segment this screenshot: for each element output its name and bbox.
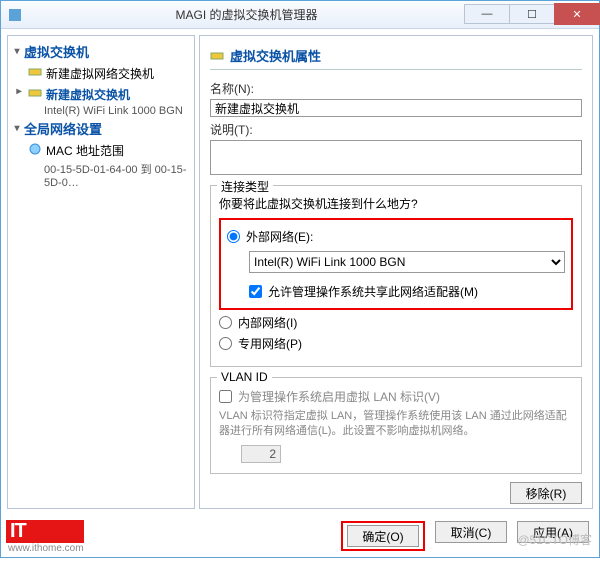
- footer: 确定(O) 取消(C) 应用(A): [1, 515, 599, 557]
- radio-label: 内部网络(I): [238, 314, 297, 331]
- external-options: Intel(R) WiFi Link 1000 BGN 允许管理操作系统共享此网…: [227, 249, 565, 300]
- allow-share-checkbox[interactable]: [249, 285, 262, 298]
- tree-panel: ▾ 虚拟交换机 新建虚拟网络交换机 ▸ 新建虚拟交换机 Intel(R) WiF…: [7, 35, 195, 509]
- radio-external[interactable]: 外部网络(E):: [227, 228, 565, 245]
- tree-item-label: 新建虚拟交换机: [46, 86, 130, 103]
- expand-icon: ▾: [12, 123, 22, 134]
- tree-item-label: MAC 地址范围: [46, 142, 124, 159]
- connection-question: 你要将此虚拟交换机连接到什么地方?: [219, 195, 573, 212]
- tree-item-new-virtual-switch[interactable]: 新建虚拟网络交换机: [10, 63, 192, 84]
- name-label: 名称(N):: [210, 80, 582, 97]
- highlight-ok: 确定(O): [341, 521, 425, 551]
- tree-group-global-settings[interactable]: ▾ 全局网络设置: [10, 119, 192, 138]
- connection-group: 连接类型 你要将此虚拟交换机连接到什么地方? 外部网络(E): Intel(R)…: [210, 185, 582, 367]
- tree-item-mac-sub: 00-15-5D-01-64-00 到 00-15-5D-0…: [10, 161, 192, 189]
- apply-button[interactable]: 应用(A): [517, 521, 589, 543]
- private-radio[interactable]: [219, 337, 232, 350]
- group-title: 连接类型: [217, 178, 273, 195]
- vlan-id-input: [241, 445, 281, 463]
- tree-group-label: 虚拟交换机: [24, 42, 89, 61]
- close-button[interactable]: ✕: [554, 3, 600, 25]
- minimize-button[interactable]: —: [464, 4, 510, 24]
- section-title: 虚拟交换机属性: [230, 46, 321, 65]
- tree: ▾ 虚拟交换机 新建虚拟网络交换机 ▸ 新建虚拟交换机 Intel(R) WiF…: [8, 36, 194, 193]
- window-buttons: — ☐ ✕: [464, 4, 599, 25]
- titlebar[interactable]: MAGI 的虚拟交换机管理器 — ☐ ✕: [1, 1, 599, 29]
- remove-row: 移除(R): [210, 482, 582, 504]
- ok-button[interactable]: 确定(O): [347, 525, 419, 547]
- radio-label: 专用网络(P): [238, 335, 302, 352]
- allow-share-row[interactable]: 允许管理操作系统共享此网络适配器(M): [249, 283, 565, 300]
- radio-label: 外部网络(E):: [246, 228, 313, 245]
- desc-input[interactable]: [210, 140, 582, 175]
- switch-icon: [28, 65, 42, 79]
- internal-radio[interactable]: [219, 316, 232, 329]
- expand-icon[interactable]: ▸: [14, 86, 24, 97]
- vlan-enable-row[interactable]: 为管理操作系统启用虚拟 LAN 标识(V): [219, 388, 573, 405]
- remove-button[interactable]: 移除(R): [510, 482, 582, 504]
- body: ▾ 虚拟交换机 新建虚拟网络交换机 ▸ 新建虚拟交换机 Intel(R) WiF…: [1, 29, 599, 515]
- tree-item-mac-range[interactable]: MAC 地址范围: [10, 140, 192, 161]
- radio-private[interactable]: 专用网络(P): [219, 335, 573, 352]
- app-icon: [7, 7, 23, 23]
- external-radio[interactable]: [227, 230, 240, 243]
- main-window: MAGI 的虚拟交换机管理器 — ☐ ✕ ▾ 虚拟交换机 新建虚拟网络交换机 ▸: [0, 0, 600, 558]
- highlight-box: 外部网络(E): Intel(R) WiFi Link 1000 BGN 允许管…: [219, 218, 573, 310]
- group-title: VLAN ID: [217, 370, 272, 384]
- vlan-group: VLAN ID 为管理操作系统启用虚拟 LAN 标识(V) VLAN 标识符指定…: [210, 377, 582, 474]
- tree-item-label: 新建虚拟网络交换机: [46, 65, 154, 82]
- switch-icon: [210, 49, 224, 63]
- tree-item-selected-switch[interactable]: ▸ 新建虚拟交换机: [10, 84, 192, 105]
- tree-group-label: 全局网络设置: [24, 119, 102, 138]
- maximize-button[interactable]: ☐: [509, 4, 555, 24]
- name-input[interactable]: [210, 99, 582, 117]
- radio-internal[interactable]: 内部网络(I): [219, 314, 573, 331]
- adapter-select[interactable]: Intel(R) WiFi Link 1000 BGN: [249, 251, 565, 273]
- checkbox-label: 为管理操作系统启用虚拟 LAN 标识(V): [238, 388, 440, 405]
- tree-item-adapter-sub: Intel(R) WiFi Link 1000 BGN: [10, 105, 192, 117]
- network-icon: [28, 142, 42, 156]
- switch-icon: [28, 86, 42, 100]
- vlan-help: VLAN 标识符指定虚拟 LAN，管理操作系统使用该 LAN 通过此网络适配器进…: [219, 409, 573, 439]
- checkbox-label: 允许管理操作系统共享此网络适配器(M): [268, 283, 478, 300]
- tree-group-virtual-switches[interactable]: ▾ 虚拟交换机: [10, 42, 192, 61]
- section-header: 虚拟交换机属性: [210, 44, 582, 70]
- properties-panel: 虚拟交换机属性 名称(N): 说明(T): 连接类型 你要将此虚拟交换机连接到什…: [199, 35, 593, 509]
- window-title: MAGI 的虚拟交换机管理器: [29, 6, 464, 23]
- vlan-checkbox[interactable]: [219, 390, 232, 403]
- desc-label: 说明(T):: [210, 121, 582, 138]
- expand-icon: ▾: [12, 46, 22, 57]
- cancel-button[interactable]: 取消(C): [435, 521, 507, 543]
